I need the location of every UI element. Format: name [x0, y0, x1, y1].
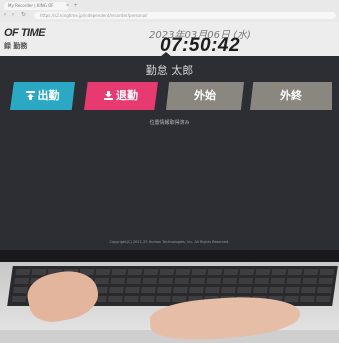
- go-out-label: 外始: [194, 89, 216, 102]
- app-header: OF TIME 録 勤務 2023年03月06日 (水) 07:50:42: [0, 22, 339, 56]
- clock-in-label: 出勤: [37, 89, 60, 102]
- browser-tab[interactable]: My Recorder | KING OF: [4, 2, 68, 10]
- clock-out-icon: [104, 91, 113, 100]
- reload-icon[interactable]: ↻: [21, 12, 26, 19]
- arrow-left-icon[interactable]: ‹: [4, 12, 6, 19]
- go-back-button[interactable]: 外終: [250, 82, 332, 110]
- go-back-label: 外終: [280, 89, 302, 102]
- go-out-button[interactable]: 外始: [166, 82, 244, 110]
- current-time: 07:50:42: [159, 35, 241, 56]
- close-tab-icon[interactable]: ×: [66, 2, 69, 10]
- user-name: 勤怠 太郎: [145, 64, 194, 77]
- app-logo-subtitle: 録 勤務: [4, 42, 28, 50]
- clock-in-button[interactable]: 出勤: [10, 82, 75, 110]
- arrow-right-icon[interactable]: ›: [12, 12, 14, 19]
- new-tab-icon[interactable]: +: [74, 2, 78, 10]
- address-bar[interactable]: https://s2.kingtime.jp/independent/recor…: [34, 12, 336, 19]
- panel-pointer: [160, 52, 172, 57]
- copyright-footer: Copyright(C) 2021-25 Human Technologies,…: [109, 240, 230, 244]
- browser-chrome: My Recorder | KING OF × + ‹ › ↻ https://…: [0, 0, 339, 23]
- app-logo: OF TIME: [4, 27, 46, 39]
- clock-out-label: 退勤: [116, 89, 138, 102]
- clock-in-icon: [25, 91, 35, 100]
- laptop-bezel: [0, 250, 339, 262]
- location-status: 位置情報取得済み: [149, 120, 190, 126]
- clock-out-button[interactable]: 退勤: [84, 82, 158, 110]
